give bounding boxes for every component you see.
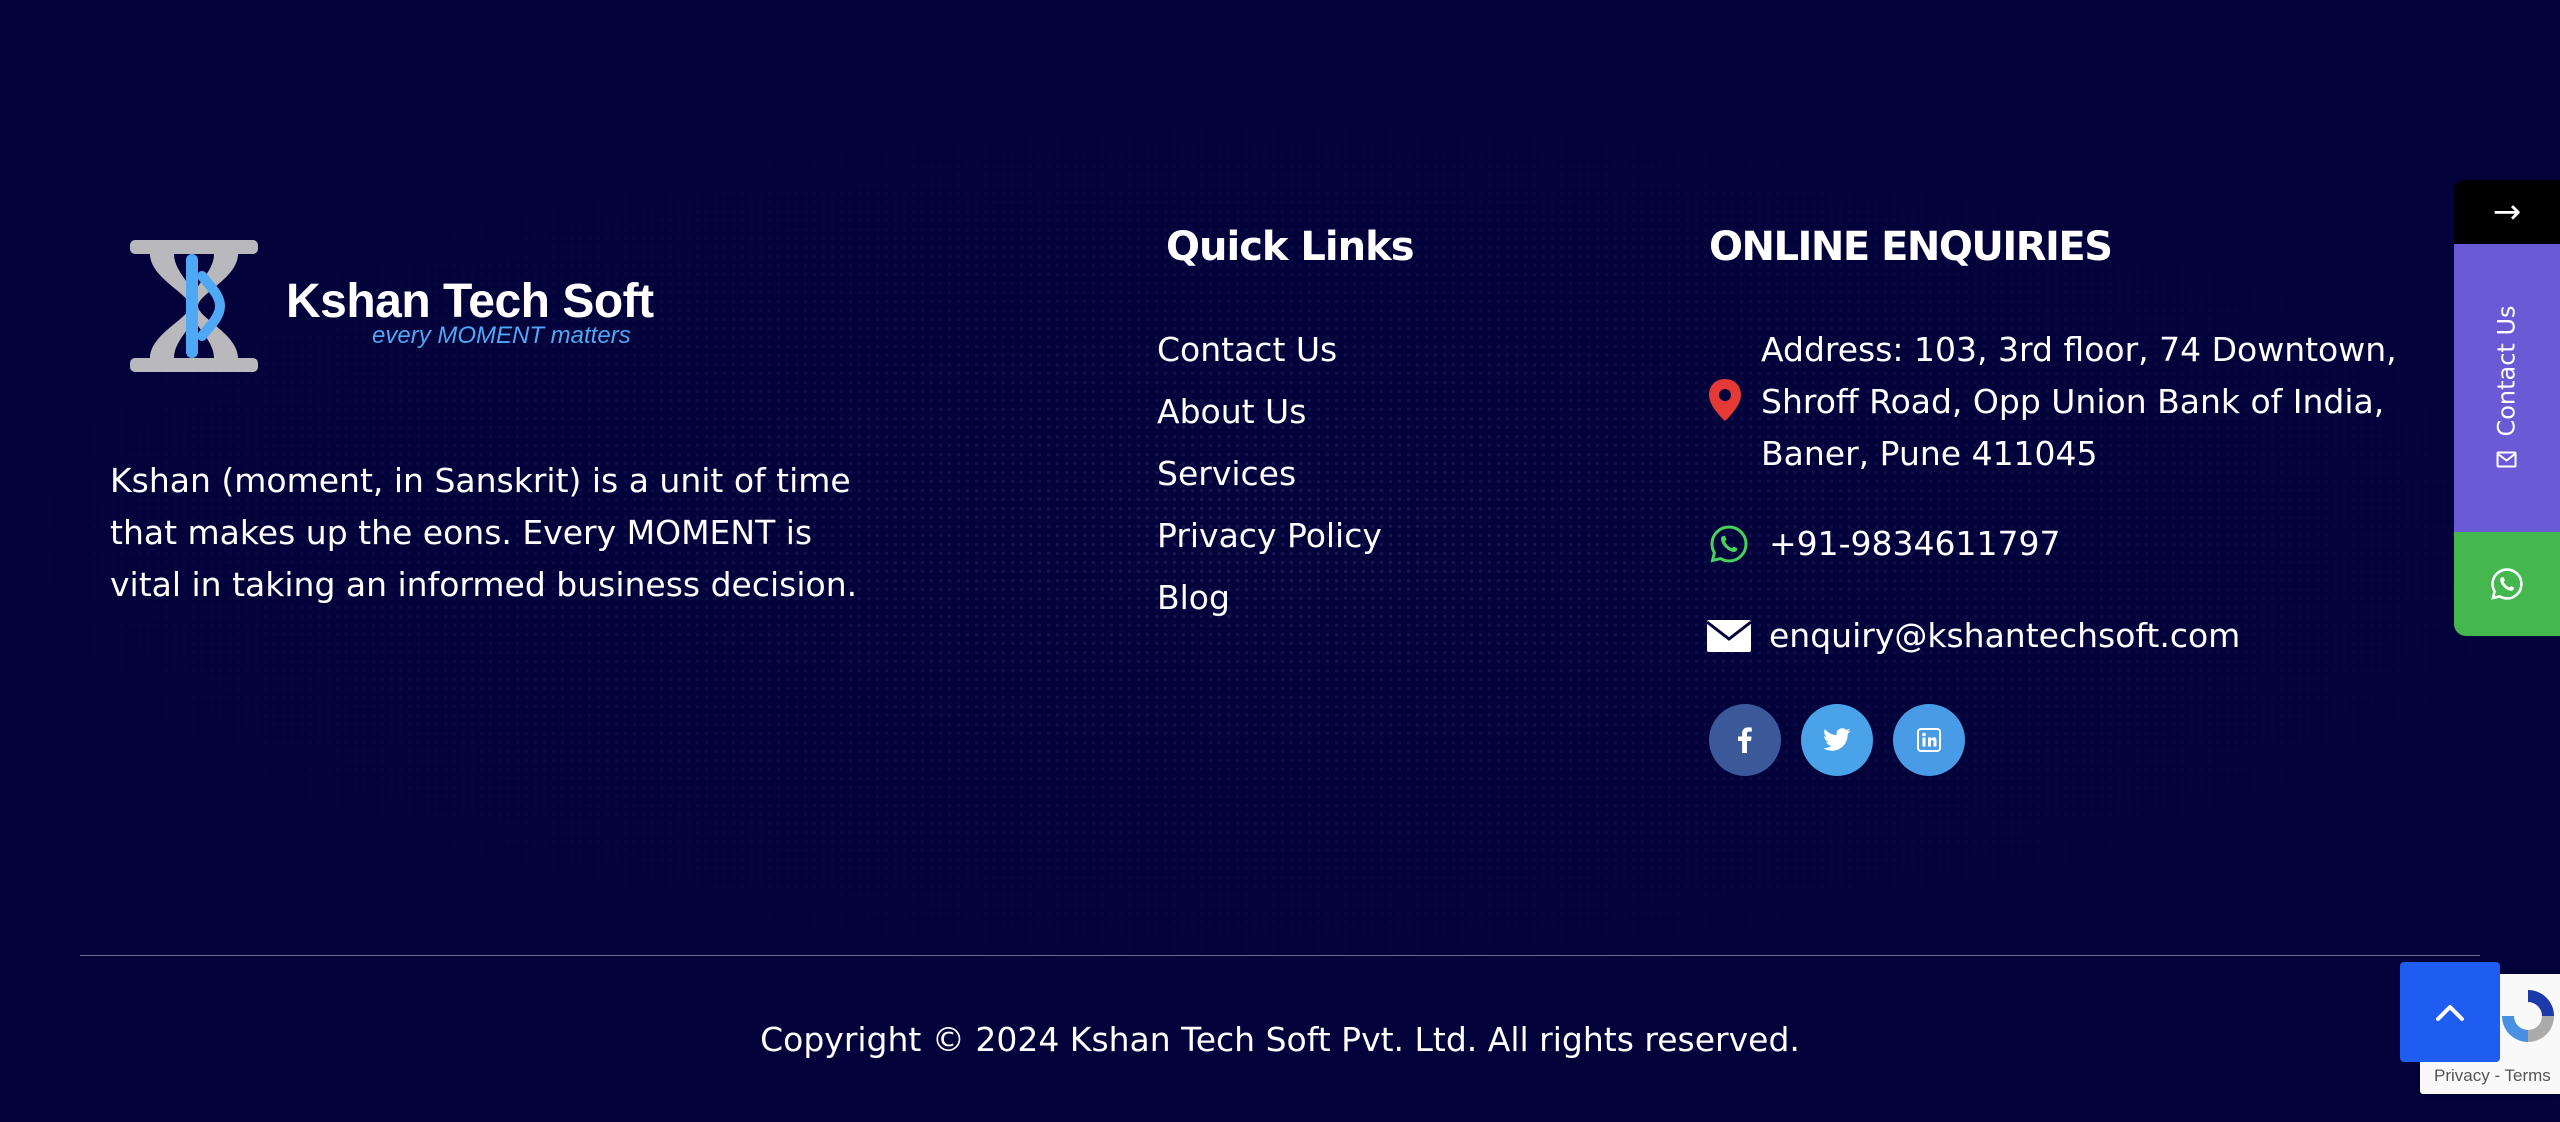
- email-address[interactable]: enquiry@kshantechsoft.com: [1769, 610, 2240, 662]
- whatsapp-icon: [1707, 522, 1751, 566]
- linkedin-button[interactable]: [1893, 704, 1965, 776]
- twitter-icon: [1823, 728, 1851, 751]
- contact-us-tab[interactable]: Contact Us: [2454, 244, 2560, 532]
- email-row[interactable]: enquiry@kshantechsoft.com: [1707, 610, 2240, 662]
- social-links: [1709, 704, 1965, 776]
- location-pin-icon: [1707, 378, 1743, 422]
- envelope-icon: [1707, 614, 1751, 658]
- quick-link-blog[interactable]: Blog: [1157, 574, 1382, 636]
- side-tab-arrow-button[interactable]: →: [2454, 180, 2560, 244]
- quick-link-privacy-policy[interactable]: Privacy Policy: [1157, 512, 1382, 574]
- whatsapp-tab-icon: [2491, 568, 2523, 600]
- quick-links-list: Contact Us About Us Services Privacy Pol…: [1157, 326, 1382, 636]
- about-text: Kshan (moment, in Sanskrit) is a unit of…: [110, 461, 858, 604]
- linkedin-icon: [1917, 728, 1941, 752]
- address-text: Address: 103, 3rd floor, 74 Downtown, Sh…: [1761, 330, 2397, 473]
- phone-row[interactable]: +91-9834611797: [1707, 518, 2061, 570]
- facebook-icon: [1738, 727, 1752, 753]
- brand-name: Kshan Tech Soft: [286, 275, 654, 328]
- chevron-up-icon: [2436, 1005, 2464, 1021]
- logo-mark-icon: [130, 240, 258, 372]
- phone-number[interactable]: +91-9834611797: [1769, 518, 2061, 570]
- brand-tagline: every MOMENT matters: [372, 322, 631, 349]
- recaptcha-logo-icon: [2502, 990, 2554, 1042]
- mail-outline-icon: [2497, 451, 2518, 468]
- quick-link-about-us[interactable]: About Us: [1157, 388, 1382, 450]
- twitter-button[interactable]: [1801, 704, 1873, 776]
- quick-link-contact-us[interactable]: Contact Us: [1157, 326, 1382, 388]
- online-enquiries-heading: ONLINE ENQUIRIES: [1709, 224, 2113, 270]
- brand-logo[interactable]: Kshan Tech Soft every MOMENT matters: [128, 238, 654, 374]
- arrow-right-icon: →: [2492, 192, 2522, 232]
- scroll-to-top-button[interactable]: [2400, 962, 2500, 1062]
- facebook-button[interactable]: [1709, 704, 1781, 776]
- quick-link-services[interactable]: Services: [1157, 450, 1382, 512]
- footer-divider: [80, 955, 2480, 956]
- quick-links-heading: Quick Links: [1166, 224, 1415, 270]
- whatsapp-tab[interactable]: [2454, 532, 2560, 636]
- contact-us-tab-label: Contact Us: [2493, 305, 2522, 437]
- copyright-text: Copyright © 2024 Kshan Tech Soft Pvt. Lt…: [760, 1020, 1800, 1059]
- address-row: Address: 103, 3rd floor, 74 Downtown, Sh…: [1707, 324, 2437, 480]
- recaptcha-links[interactable]: Privacy - Terms: [2434, 1066, 2551, 1086]
